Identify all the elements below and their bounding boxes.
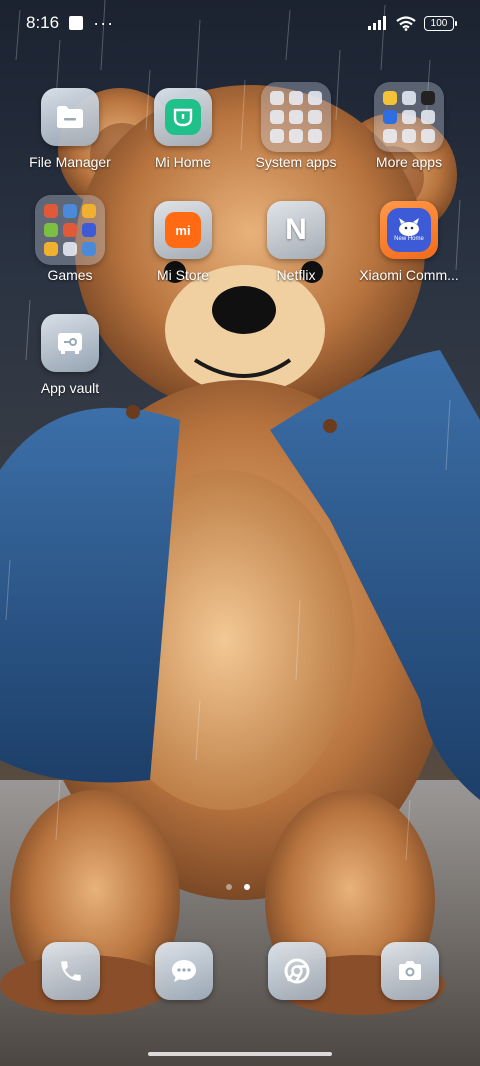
app-label: Mi Home xyxy=(154,154,211,170)
chrome-icon xyxy=(268,942,326,1000)
app-mi-store[interactable]: mi Mi Store xyxy=(128,201,238,283)
page-indicator xyxy=(226,884,250,890)
phone-icon xyxy=(42,942,100,1000)
app-file-manager[interactable]: File Manager xyxy=(15,88,125,170)
folder-system-apps[interactable]: System apps xyxy=(241,82,351,170)
mascot-icon xyxy=(399,218,419,236)
clock: 8:16 xyxy=(26,13,60,32)
status-left: 8:16 ··· xyxy=(26,13,114,33)
mi-store-badge: mi xyxy=(165,212,201,248)
status-right: 100 xyxy=(368,15,457,31)
folder-grid-icon xyxy=(261,82,331,152)
notification-icon xyxy=(69,16,84,30)
app-mi-home[interactable]: Mi Home xyxy=(128,88,238,170)
camera-icon xyxy=(381,942,439,1000)
battery-icon: 100 xyxy=(424,15,457,31)
new-home-text: New Home xyxy=(394,236,424,242)
signal-icon xyxy=(368,16,386,30)
page-dot[interactable] xyxy=(226,884,232,890)
folder-grid-icon xyxy=(374,82,444,152)
wifi-icon xyxy=(396,15,416,31)
status-bar: 8:16 ··· 100 xyxy=(0,0,480,46)
app-netflix[interactable]: N Netflix xyxy=(241,201,351,283)
dock-camera[interactable] xyxy=(381,942,439,1000)
gesture-bar[interactable] xyxy=(148,1052,332,1056)
xiaomi-community-icon: New Home xyxy=(380,201,438,259)
mi-home-icon xyxy=(154,88,212,146)
app-label: More apps xyxy=(375,154,443,170)
app-label: File Manager xyxy=(29,154,111,170)
app-label: Netflix xyxy=(276,267,316,283)
app-label: Games xyxy=(47,267,93,283)
app-label: System apps xyxy=(255,154,337,170)
app-vault-icon xyxy=(41,314,99,372)
netflix-icon: N xyxy=(267,201,325,259)
dock-messages[interactable] xyxy=(155,942,213,1000)
dock-phone[interactable] xyxy=(42,942,100,1000)
page-dot-active[interactable] xyxy=(244,884,250,890)
folder-icon xyxy=(41,88,99,146)
netflix-letter: N xyxy=(285,213,307,246)
dock-chrome[interactable] xyxy=(268,942,326,1000)
folder-grid-icon xyxy=(35,195,105,265)
app-label: Xiaomi Comm... xyxy=(359,267,459,283)
mi-store-icon: mi xyxy=(154,201,212,259)
more-notifications-icon: ··· xyxy=(93,13,115,33)
app-vault[interactable]: App vault xyxy=(15,314,125,396)
folder-games[interactable]: Games xyxy=(15,195,125,283)
folder-more-apps[interactable]: More apps xyxy=(354,82,464,170)
message-icon xyxy=(155,942,213,1000)
app-xiaomi-community[interactable]: New Home Xiaomi Comm... xyxy=(354,201,464,283)
app-label: Mi Store xyxy=(156,267,210,283)
app-label: App vault xyxy=(40,380,100,396)
